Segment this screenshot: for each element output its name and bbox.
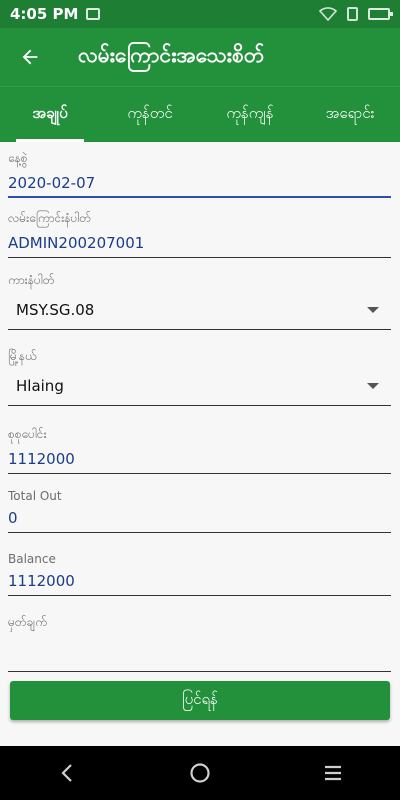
nav-home-icon	[190, 763, 210, 783]
tab-sales[interactable]: အရောင်း	[300, 87, 400, 142]
township-select[interactable]: Hlaing	[8, 366, 391, 406]
status-bar: 4:05 PM	[0, 0, 400, 28]
wifi-icon	[319, 7, 337, 21]
tab-remaining[interactable]: ကုန်ကျန်	[200, 87, 300, 142]
status-time: 4:05 PM	[10, 5, 79, 23]
total-input[interactable]: 1112000	[8, 444, 391, 474]
tab-summary[interactable]: အချုပ်	[0, 87, 100, 142]
total-field: စုစုပေါင်း 1112000	[8, 426, 391, 474]
total-out-field: Total Out 0	[8, 489, 391, 533]
remark-label: မှတ်ချက်	[8, 615, 47, 629]
app-bar: လမ်းကြောင်းအသေးစိတ်	[0, 28, 400, 86]
car-no-label: ကားနံပါတ်	[8, 273, 55, 287]
car-no-value: MSY.SG.08	[16, 300, 95, 319]
car-no-select[interactable]: MSY.SG.08	[8, 290, 391, 330]
date-input[interactable]: 2020-02-07	[8, 168, 391, 198]
balance-label: Balance	[8, 552, 56, 566]
tab-loaded[interactable]: ကုန်တင်	[100, 87, 200, 142]
total-out-input[interactable]: 0	[8, 503, 391, 533]
page-title: လမ်းကြောင်းအသေးစိတ်	[78, 42, 265, 67]
nav-menu-button[interactable]	[303, 746, 363, 800]
township-label: မြို့နယ်	[8, 349, 37, 363]
route-detail-form: နေ့စွဲ 2020-02-07 လမ်းကြောင်းနံပါတ် ADMI…	[0, 142, 400, 746]
route-no-input[interactable]: ADMIN200207001	[8, 228, 391, 258]
back-button[interactable]	[0, 28, 60, 86]
total-out-label: Total Out	[8, 489, 62, 503]
nav-back-button[interactable]	[37, 746, 97, 800]
battery-icon	[368, 8, 393, 20]
gallery-icon	[86, 8, 101, 20]
sim-icon	[347, 7, 358, 21]
car-no-field: ကားနံပါတ် MSY.SG.08	[8, 272, 391, 330]
system-nav-bar	[0, 746, 400, 800]
nav-home-button[interactable]	[170, 746, 230, 800]
nav-menu-icon	[325, 765, 342, 781]
tab-bar: အချုပ် ကုန်တင် ကုန်ကျန် အရောင်း	[0, 86, 400, 142]
route-no-label: လမ်းကြောင်းနံပါတ်	[8, 211, 92, 225]
township-field: မြို့နယ် Hlaing	[8, 348, 391, 406]
township-value: Hlaing	[16, 376, 64, 395]
arrow-left-icon	[22, 49, 38, 65]
date-field: နေ့စွဲ 2020-02-07	[8, 150, 391, 198]
status-icons	[319, 7, 393, 21]
dropdown-caret-icon	[367, 306, 379, 313]
balance-input[interactable]: 1112000	[8, 566, 391, 596]
route-no-field: လမ်းကြောင်းနံပါတ် ADMIN200207001	[8, 210, 391, 258]
balance-field: Balance 1112000	[8, 552, 391, 596]
dropdown-caret-icon	[367, 382, 379, 389]
remark-field: မှတ်ချက်	[8, 614, 391, 672]
nav-back-icon	[61, 764, 72, 782]
edit-button[interactable]: ပြင်ရန်	[10, 681, 390, 720]
total-label: စုစုပေါင်း	[8, 427, 47, 441]
date-label: နေ့စွဲ	[8, 151, 28, 165]
remark-input[interactable]	[8, 632, 391, 672]
